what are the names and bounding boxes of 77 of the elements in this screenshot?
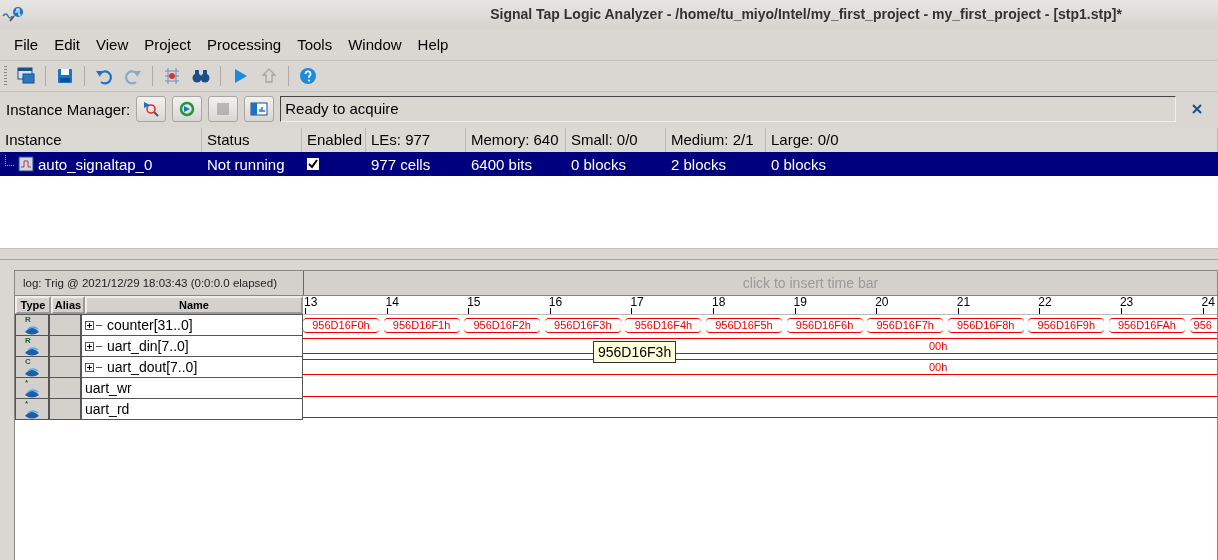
column-header[interactable]: Small: 0/0 bbox=[566, 128, 666, 152]
bus-value: 956D16F8h bbox=[947, 317, 1024, 333]
expand-icon[interactable] bbox=[85, 341, 94, 351]
table-cell: 2 blocks bbox=[671, 155, 727, 173]
instance-manager-label: Instance Manager: bbox=[6, 100, 131, 118]
table-cell: 6400 bits bbox=[471, 155, 532, 173]
bus-value: 00h bbox=[929, 339, 948, 353]
table-cell: 977 cells bbox=[371, 155, 431, 173]
column-header[interactable]: Enabled bbox=[302, 128, 366, 152]
signal-name: counter[31..0] bbox=[107, 317, 193, 333]
signal-name: uart_rd bbox=[85, 401, 130, 417]
tick-label: 22 bbox=[1038, 296, 1052, 309]
window-icon[interactable] bbox=[16, 66, 36, 86]
tick-label: 20 bbox=[875, 296, 889, 309]
log-label: log: Trig @ 2021/12/29 18:03:43 (0:0:0.0 elapsed) bbox=[15, 271, 304, 295]
status-field: Ready to acquire bbox=[280, 96, 1176, 122]
window-title: Signal Tap Logic Analyzer - /home/tu_miyo/Intel/my_first_project - my_first_project - [stp1.stp]* bbox=[489, 6, 1123, 22]
help-icon[interactable] bbox=[298, 66, 318, 86]
column-header[interactable]: Type bbox=[15, 296, 51, 314]
tick-label: 17 bbox=[630, 296, 644, 309]
tick-label: 19 bbox=[793, 296, 807, 309]
tick-label: 14 bbox=[385, 296, 399, 309]
menu-item[interactable]: Processing bbox=[198, 35, 290, 53]
column-header[interactable]: Name bbox=[85, 296, 303, 314]
bus-value: 956D16F6h bbox=[786, 317, 863, 333]
bus-value: 956D16F4h bbox=[625, 317, 702, 333]
bus-value: 956D16F3h bbox=[544, 317, 621, 333]
tick-label: 16 bbox=[548, 296, 563, 309]
tick-label: 23 bbox=[1119, 296, 1134, 309]
enabled-checkbox[interactable] bbox=[307, 158, 319, 170]
bus-value: 956D16FAh bbox=[1108, 317, 1185, 333]
tick-label: 24 bbox=[1201, 296, 1215, 309]
save-icon[interactable] bbox=[55, 66, 75, 86]
instance-icon bbox=[18, 156, 34, 172]
menu-item[interactable]: Tools bbox=[289, 35, 341, 53]
tick-label: 13 bbox=[304, 296, 318, 309]
node-finder-icon[interactable] bbox=[162, 66, 182, 86]
column-header[interactable]: Alias bbox=[51, 296, 85, 314]
bus-value: 956D16F1h bbox=[383, 317, 460, 333]
signal-name: uart_wr bbox=[85, 380, 132, 396]
bus-value: 956D16F9h bbox=[1028, 317, 1105, 333]
table-cell: Not running bbox=[207, 155, 285, 173]
bus-value: 956 bbox=[1189, 317, 1217, 333]
menu-item[interactable]: Window bbox=[340, 35, 410, 53]
bus-value: 00h bbox=[929, 360, 948, 374]
column-header[interactable]: Status bbox=[202, 128, 302, 152]
bus-value: 956D16F7h bbox=[867, 317, 944, 333]
bus-value: 956D16F0h bbox=[303, 317, 379, 333]
app-logo-icon bbox=[2, 4, 24, 24]
column-header[interactable]: Memory: 640 bbox=[466, 128, 566, 152]
scan-button[interactable] bbox=[136, 96, 167, 122]
table-cell: 0 blocks bbox=[571, 155, 627, 173]
tick-label: 21 bbox=[956, 296, 971, 309]
column-header[interactable]: Instance bbox=[0, 128, 202, 152]
column-header[interactable]: Medium: 2/1 bbox=[666, 128, 766, 152]
expand-icon[interactable] bbox=[85, 362, 94, 372]
bus-value: 956D16F5h bbox=[705, 317, 782, 333]
tick-label: 18 bbox=[711, 296, 726, 309]
table-cell: 0 blocks bbox=[771, 155, 827, 173]
menu-item[interactable]: Edit bbox=[46, 35, 89, 53]
value-tooltip: 956D16F3h bbox=[593, 341, 677, 363]
column-header[interactable]: LEs: 977 bbox=[366, 128, 466, 152]
menu-item[interactable]: Project bbox=[136, 35, 199, 53]
bus-value: 956D16F2h bbox=[464, 317, 541, 333]
read-data-button[interactable] bbox=[244, 96, 275, 122]
instance-name: auto_signaltap_0 bbox=[38, 155, 153, 173]
refresh-button[interactable] bbox=[172, 96, 203, 122]
read-data-icon bbox=[249, 99, 270, 119]
signal-name: uart_dout[7..0] bbox=[107, 359, 198, 375]
expand-icon[interactable] bbox=[85, 320, 94, 330]
signal-name: uart_din[7..0] bbox=[107, 338, 189, 354]
menu-item[interactable]: Help bbox=[409, 35, 457, 53]
menu-item[interactable]: View bbox=[88, 35, 137, 53]
close-icon[interactable] bbox=[1190, 102, 1204, 116]
column-header[interactable]: Large: 0/0 bbox=[766, 128, 1218, 152]
menu-item[interactable]: File bbox=[6, 35, 47, 53]
tick-label: 15 bbox=[467, 296, 481, 309]
